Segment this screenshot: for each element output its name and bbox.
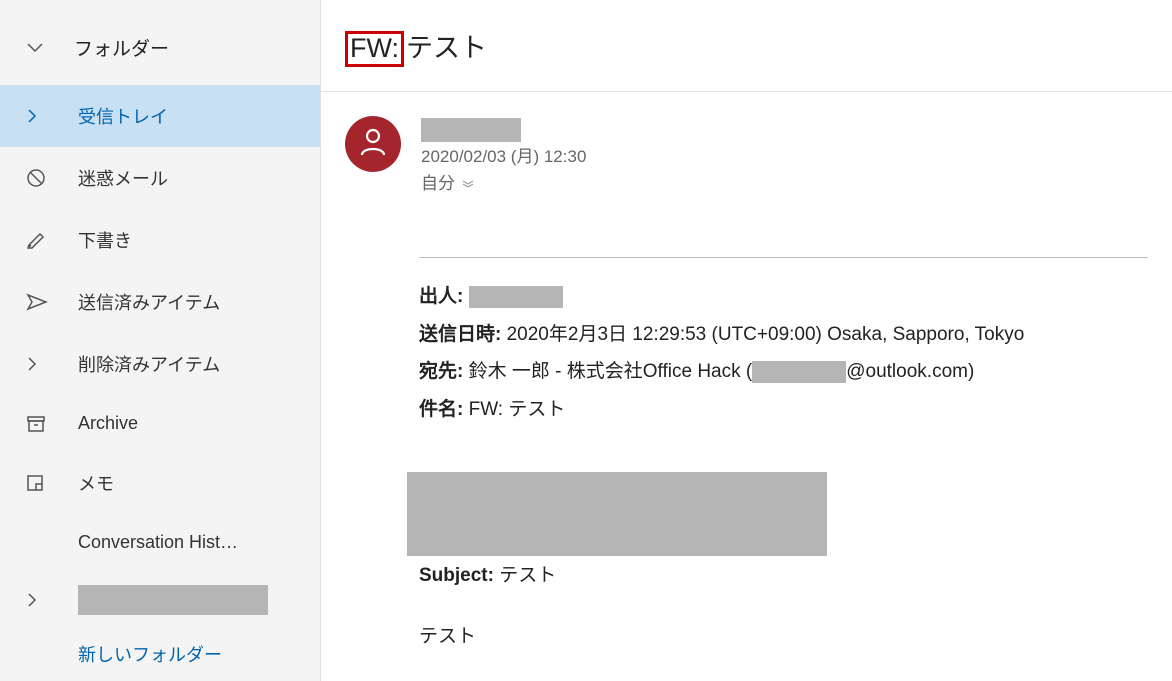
subject-text: テスト	[406, 26, 487, 65]
recipient-self-row[interactable]: 自分	[421, 170, 586, 197]
redacted-from-value	[469, 286, 563, 308]
sidebar-item-label: Conversation Hist…	[78, 532, 238, 553]
subject-value: FW: テスト	[469, 399, 566, 420]
new-folder-link[interactable]: 新しいフォルダー	[0, 629, 320, 681]
sidebar-item-label: Archive	[78, 413, 138, 434]
nested-subject-value: テスト	[499, 565, 556, 586]
archive-icon	[26, 415, 48, 433]
redacted-folder-name	[78, 585, 268, 615]
sender-avatar[interactable]	[345, 116, 401, 172]
person-icon	[359, 126, 387, 161]
sidebar-item-conversation-history[interactable]: Conversation Hist…	[0, 514, 320, 571]
chevron-right-icon	[26, 591, 48, 609]
reading-pane: FW: テスト 2020/02/03 (月) 12:30 自分	[321, 0, 1172, 681]
sidebar-item-label: 受信トレイ	[78, 103, 168, 129]
sidebar-item-label: 削除済みアイテム	[78, 351, 220, 377]
subject-label: 件名:	[419, 399, 463, 420]
to-label: 宛先:	[419, 361, 463, 382]
pencil-icon	[26, 230, 48, 250]
note-icon	[26, 474, 48, 492]
sidebar-item-notes[interactable]: メモ	[0, 452, 320, 514]
send-icon	[26, 292, 48, 312]
message-header: 2020/02/03 (月) 12:30 自分	[345, 108, 1148, 218]
chevron-down-icon	[461, 170, 475, 197]
message-date: 2020/02/03 (月) 12:30	[421, 143, 586, 170]
subject-bar: FW: テスト	[321, 0, 1172, 92]
forward-prefix-highlight: FW:	[345, 31, 404, 67]
from-label: 出人:	[419, 286, 463, 307]
chevron-right-icon	[26, 355, 48, 373]
folder-header[interactable]: フォルダー	[0, 14, 320, 85]
nested-body-text: テスト	[419, 621, 1148, 648]
sidebar-item-label: メモ	[78, 470, 114, 496]
sidebar-item-deleted[interactable]: 削除済みアイテム	[0, 333, 320, 395]
quoted-sent-line: 送信日時: 2020年2月3日 12:29:53 (UTC+09:00) Osa…	[419, 320, 1148, 349]
sent-value: 2020年2月3日 12:29:53 (UTC+09:00) Osaka, Sa…	[507, 324, 1025, 345]
sidebar-item-label: 迷惑メール	[78, 165, 168, 191]
to-email-suffix: @outlook.com)	[846, 361, 974, 382]
redacted-sender-name	[421, 118, 521, 142]
sent-label: 送信日時:	[419, 324, 501, 345]
sidebar-item-inbox[interactable]: 受信トレイ	[0, 85, 320, 147]
quoted-header-divider	[419, 257, 1148, 258]
chevron-right-icon	[26, 107, 48, 125]
sidebar-item-label: 送信済みアイテム	[78, 289, 220, 315]
message-content: 出人: 送信日時: 2020年2月3日 12:29:53 (UTC+09:00)…	[345, 217, 1148, 648]
sidebar-item-label: 下書き	[78, 227, 132, 253]
quoted-subject-line: 件名: FW: テスト	[419, 395, 1148, 424]
new-folder-label: 新しいフォルダー	[78, 645, 222, 665]
block-icon	[26, 168, 48, 188]
sidebar-item-archive[interactable]: Archive	[0, 395, 320, 452]
chevron-down-icon	[26, 37, 44, 59]
sidebar-item-junk[interactable]: 迷惑メール	[0, 147, 320, 209]
folder-list: 受信トレイ 迷惑メール 下書き 送信済みアイテム 削除済みアイテム	[0, 85, 320, 629]
recipient-self-label: 自分	[421, 170, 455, 197]
nested-subject-label: Subject:	[419, 565, 494, 586]
quoted-from-line: 出人:	[419, 282, 1148, 311]
message-body-area: 2020/02/03 (月) 12:30 自分 出人: 送信日時: 2020年2…	[321, 92, 1172, 681]
folder-sidebar: フォルダー 受信トレイ 迷惑メール 下書き 送信済みアイテム	[0, 0, 321, 681]
redacted-block	[407, 472, 827, 556]
to-name: 鈴木 一郎 - 株式会社Office Hack (	[469, 361, 753, 382]
sender-info: 2020/02/03 (月) 12:30 自分	[421, 116, 586, 198]
sidebar-item-hidden-folder[interactable]	[0, 571, 320, 629]
message-subject: FW: テスト	[345, 26, 1142, 67]
sidebar-item-drafts[interactable]: 下書き	[0, 209, 320, 271]
quoted-to-line: 宛先: 鈴木 一郎 - 株式会社Office Hack ( @outlook.co…	[419, 357, 1148, 386]
folder-header-label: フォルダー	[74, 34, 169, 61]
nested-subject-line: Subject: テスト	[419, 560, 1148, 587]
sidebar-item-sent[interactable]: 送信済みアイテム	[0, 271, 320, 333]
redacted-to-email	[752, 361, 846, 383]
